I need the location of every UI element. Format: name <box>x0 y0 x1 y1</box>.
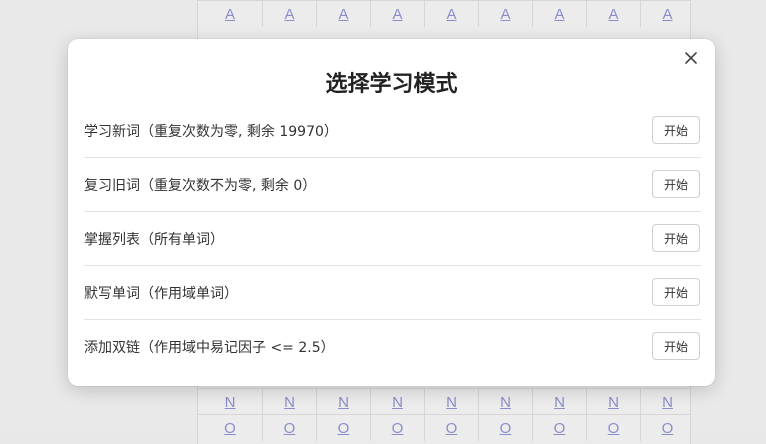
letter-link[interactable]: O <box>479 415 533 441</box>
letter-link[interactable]: A <box>641 1 694 27</box>
letter-link[interactable]: A <box>425 1 479 27</box>
letter-link[interactable]: N <box>533 389 587 415</box>
start-mastery-list-button[interactable]: 开始 <box>651 224 700 252</box>
start-review-old-button[interactable]: 开始 <box>651 170 700 198</box>
letter-link[interactable]: O <box>425 415 479 441</box>
mode-label: 复习旧词（重复次数不为零, 剩余 0） <box>84 177 317 194</box>
background-row-n: N N N N N N N N N <box>198 388 690 415</box>
mode-label: 掌握列表（所有单词） <box>84 231 224 248</box>
mode-label: 添加双链（作用域中易记因子 <= 2.5） <box>84 339 335 356</box>
letter-link[interactable]: O <box>317 415 371 441</box>
close-icon[interactable] <box>681 48 701 68</box>
letter-link[interactable]: N <box>317 389 371 415</box>
letter-link[interactable]: A <box>371 1 425 27</box>
letter-link[interactable]: O <box>533 415 587 441</box>
letter-link[interactable]: A <box>198 1 263 27</box>
letter-link[interactable]: N <box>425 389 479 415</box>
mode-list: 学习新词（重复次数为零, 剩余 19970） 开始 复习旧词（重复次数不为零, … <box>84 104 701 373</box>
letter-link[interactable]: O <box>198 415 263 441</box>
mode-label: 默写单词（作用域单词） <box>84 285 238 302</box>
study-mode-dialog: 选择学习模式 学习新词（重复次数为零, 剩余 19970） 开始 复习旧词（重复… <box>68 39 715 386</box>
mode-item-dictation: 默写单词（作用域单词） 开始 <box>84 266 701 320</box>
start-dictation-button[interactable]: 开始 <box>651 278 700 306</box>
mode-item-learn-new: 学习新词（重复次数为零, 剩余 19970） 开始 <box>84 104 701 158</box>
letter-link[interactable]: N <box>641 389 694 415</box>
letter-link[interactable]: N <box>587 389 641 415</box>
letter-link[interactable]: A <box>533 1 587 27</box>
mode-label: 学习新词（重复次数为零, 剩余 19970） <box>84 123 338 140</box>
start-learn-new-button[interactable]: 开始 <box>651 116 700 144</box>
letter-link[interactable]: N <box>371 389 425 415</box>
letter-link[interactable]: O <box>587 415 641 441</box>
letter-link[interactable]: O <box>641 415 694 441</box>
mode-item-review-old: 复习旧词（重复次数不为零, 剩余 0） 开始 <box>84 158 701 212</box>
letter-link[interactable]: O <box>263 415 317 441</box>
letter-link[interactable]: N <box>479 389 533 415</box>
mode-item-mastery-list: 掌握列表（所有单词） 开始 <box>84 212 701 266</box>
letter-link[interactable]: A <box>479 1 533 27</box>
mode-item-add-backlinks: 添加双链（作用域中易记因子 <= 2.5） 开始 <box>84 320 701 373</box>
background-row-a: A A A A A A A A A <box>198 0 690 27</box>
dialog-title: 选择学习模式 <box>325 72 458 97</box>
letter-link[interactable]: A <box>263 1 317 27</box>
letter-link[interactable]: O <box>371 415 425 441</box>
letter-link[interactable]: A <box>587 1 641 27</box>
letter-link[interactable]: A <box>317 1 371 27</box>
letter-link[interactable]: N <box>263 389 317 415</box>
start-add-backlinks-button[interactable]: 开始 <box>651 332 700 360</box>
letter-link[interactable]: N <box>198 389 263 415</box>
background-row-o: O O O O O O O O O <box>198 414 690 441</box>
